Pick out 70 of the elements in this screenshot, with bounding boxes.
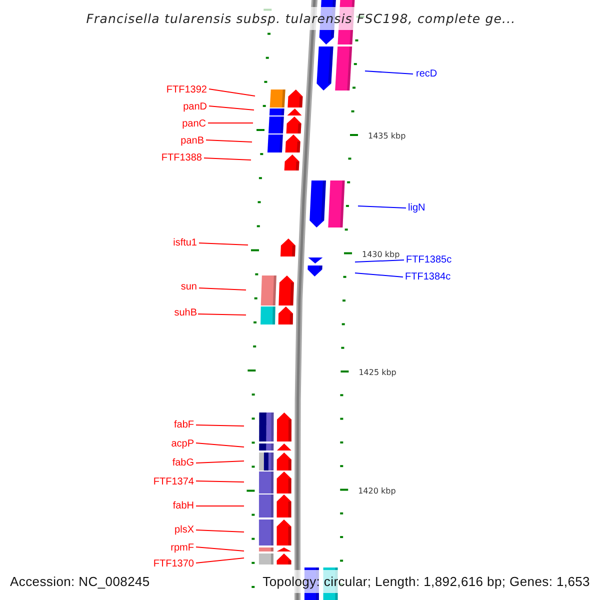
gene-label: ligN (408, 202, 426, 214)
gene-label: panB (180, 136, 204, 147)
gene-label: FTF1370 (153, 558, 194, 570)
gene-label: fabH (172, 500, 194, 512)
leader-line (208, 106, 254, 110)
category-box (259, 412, 274, 442)
gene-arrow (276, 452, 292, 470)
category-box (259, 444, 274, 450)
leader-line (196, 424, 244, 426)
category-box (258, 554, 274, 564)
scale-label: 1425 kbp (358, 368, 396, 377)
gene-label: fabG (172, 458, 194, 469)
gene-label: rpmF (170, 542, 194, 554)
gene-arrow (276, 494, 292, 518)
gene-label: FTF1385c (406, 254, 452, 266)
leader-line (196, 480, 244, 482)
gene-label: FTF1392 (166, 84, 207, 96)
gene-label: isftu1 (173, 238, 197, 249)
scale-label: 1435 kbp (368, 132, 406, 140)
gene-arrow (280, 238, 296, 256)
gene-arrow (316, 46, 334, 90)
genome-summary: Topology: circular; Length: 1,892,616 bp; Genes: 1,653 (262, 570, 590, 593)
leader-line (198, 242, 248, 246)
leader-line (198, 288, 246, 290)
leader-line (196, 442, 244, 448)
leader-line (354, 260, 404, 262)
leader-line (354, 272, 404, 278)
gene-arrow (276, 548, 292, 552)
gene-label: sun (180, 282, 197, 293)
gene-label: plsX (174, 524, 194, 536)
scale-label: 1430 kbp (362, 250, 400, 259)
gene-label: panC (182, 118, 206, 130)
gene-arrow (308, 266, 322, 276)
gene-arrow (276, 412, 292, 442)
leader-line (364, 70, 414, 74)
leader-line (196, 558, 244, 564)
gene-arrow (276, 472, 292, 494)
category-box (258, 472, 274, 494)
gene-label: suhB (174, 308, 197, 319)
gene-label: acpP (171, 438, 194, 450)
leader-line (198, 314, 246, 316)
gene-label: FTF1374 (153, 476, 194, 488)
scale-label: 1420 kbp (358, 486, 396, 496)
gene-label: FTF1388 (161, 152, 202, 164)
leader-line (204, 158, 252, 160)
gene-label: panD (183, 102, 207, 113)
leader-line (206, 140, 252, 142)
leader-line (196, 546, 244, 552)
gene-arrow (285, 134, 300, 152)
leader-line (196, 460, 244, 464)
gene-label: fabF (174, 420, 194, 431)
gene-arrow (284, 154, 300, 170)
category-box (258, 520, 274, 546)
category-box (328, 180, 345, 228)
gene-arrow (276, 444, 292, 450)
gene-arrow (308, 258, 323, 264)
leader-line (208, 88, 256, 96)
leader-line (196, 530, 244, 532)
gene-arrow (276, 554, 292, 564)
category-box (267, 134, 283, 152)
category-box (258, 494, 274, 518)
leader-line (208, 122, 254, 124)
gene-arrow (276, 520, 292, 546)
gene-label: recD (416, 68, 438, 80)
gene-label: FTF1384c (405, 272, 451, 283)
category-box (335, 46, 352, 90)
category-box (258, 548, 274, 552)
gene-arrow (310, 180, 326, 228)
leader-line (358, 206, 406, 208)
category-box (259, 452, 274, 470)
